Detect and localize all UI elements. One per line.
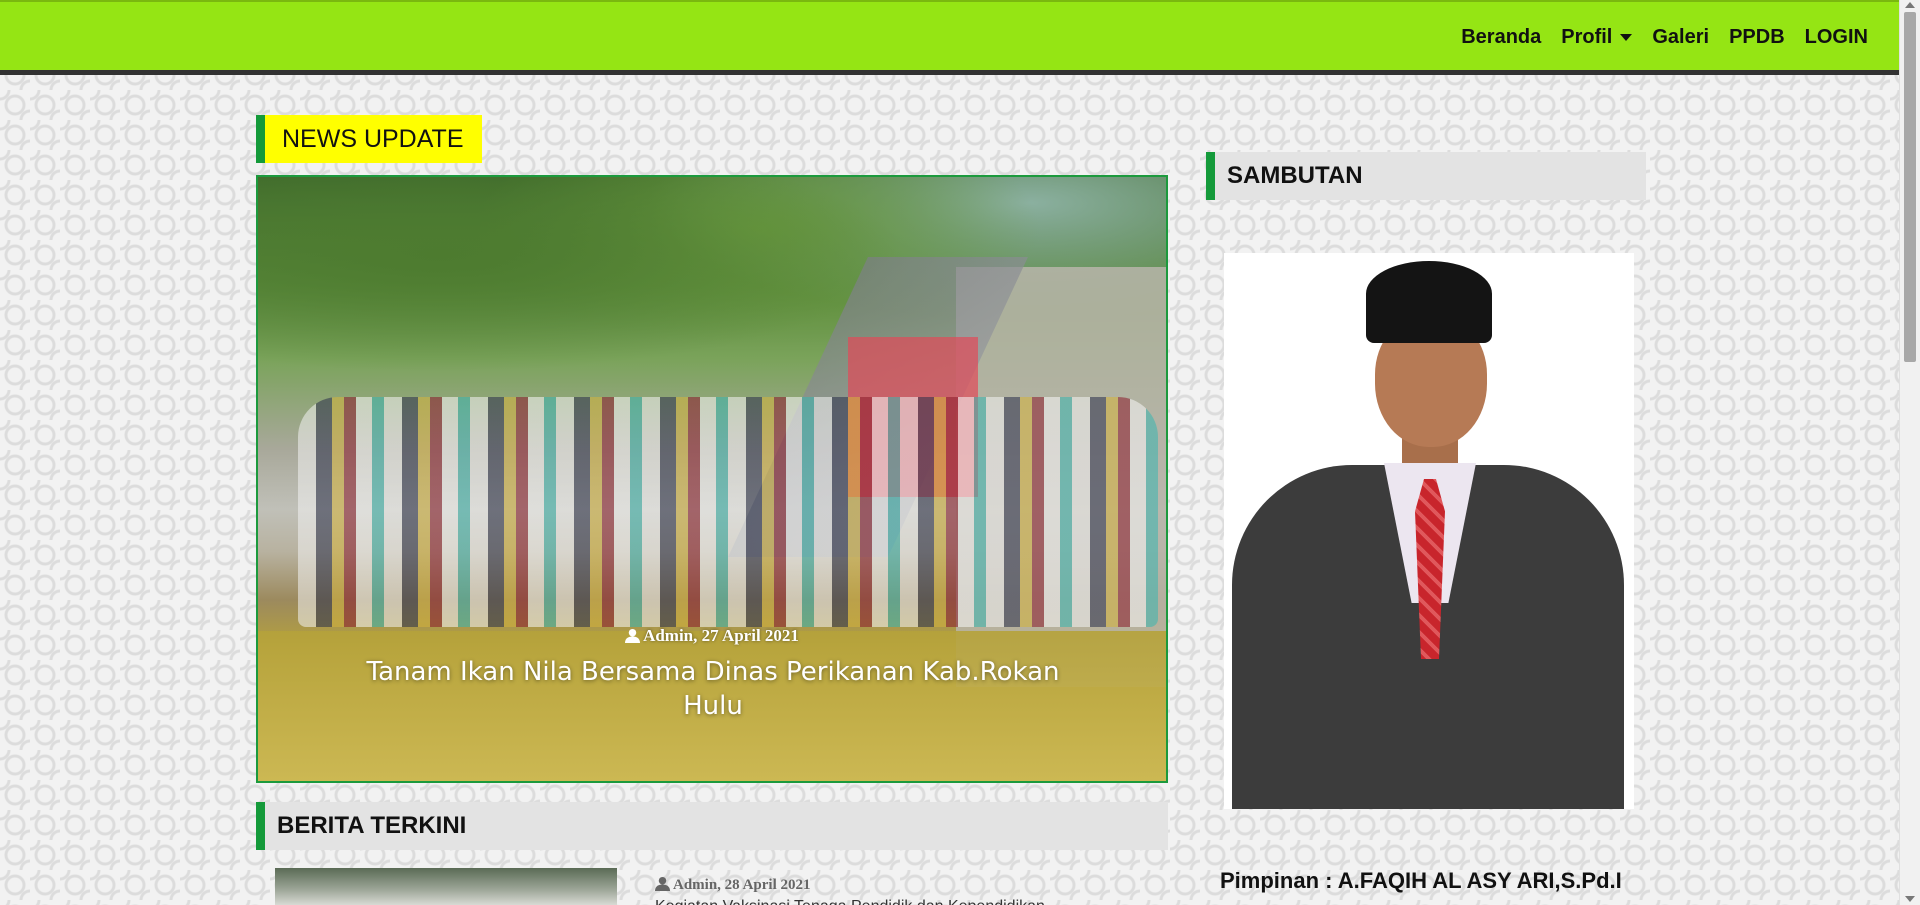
nav-galeri[interactable]: Galeri [1652, 26, 1709, 49]
berita-meta-text: Admin, 28 April 2021 [673, 877, 811, 893]
slide-meta: Admin, 27 April 2021 [258, 626, 1166, 646]
news-update-label: NEWS UPDATE [256, 115, 482, 163]
caret-down-icon [1620, 34, 1633, 41]
berita-terkini-header: BERITA TERKINI [256, 802, 1168, 850]
sambutan-header: SAMBUTAN [1206, 152, 1646, 200]
nav-ppdb[interactable]: PPDB [1729, 26, 1785, 49]
nav-menu: Beranda Profil Galeri PPDB LOGIN [1461, 26, 1868, 49]
pimpinan-photo [1224, 253, 1634, 809]
scroll-down-icon[interactable] [1905, 896, 1915, 902]
user-icon [655, 876, 670, 891]
nav-profil-dropdown[interactable]: Profil [1561, 26, 1633, 49]
portrait-peci [1366, 261, 1492, 343]
top-navbar: Beranda Profil Galeri PPDB LOGIN [0, 0, 1900, 75]
nav-profil-label: Profil [1561, 26, 1613, 48]
nav-login[interactable]: LOGIN [1805, 26, 1868, 49]
page-scrollbar[interactable] [1899, 0, 1920, 905]
berita-thumbnail[interactable] [275, 868, 617, 905]
pimpinan-name: Pimpinan : A.FAQIH AL ASY ARI,S.Pd.I [1220, 868, 1622, 893]
news-slider[interactable]: Admin, 27 April 2021 Tanam Ikan Nila Ber… [256, 175, 1168, 783]
scroll-up-icon[interactable] [1905, 2, 1915, 8]
user-icon [625, 628, 641, 643]
slide-meta-text: Admin, 27 April 2021 [643, 626, 799, 645]
slide-image-people [298, 397, 1158, 627]
slide-title[interactable]: Tanam Ikan Nila Bersama Dinas Perikanan … [338, 655, 1088, 723]
nav-beranda[interactable]: Beranda [1461, 26, 1541, 49]
berita-meta: Admin, 28 April 2021 [655, 876, 811, 894]
berita-title-link[interactable]: Kegiatan Vaksinasi Tenaga Pendidik dan K… [655, 897, 1155, 905]
scroll-thumb[interactable] [1904, 12, 1916, 362]
